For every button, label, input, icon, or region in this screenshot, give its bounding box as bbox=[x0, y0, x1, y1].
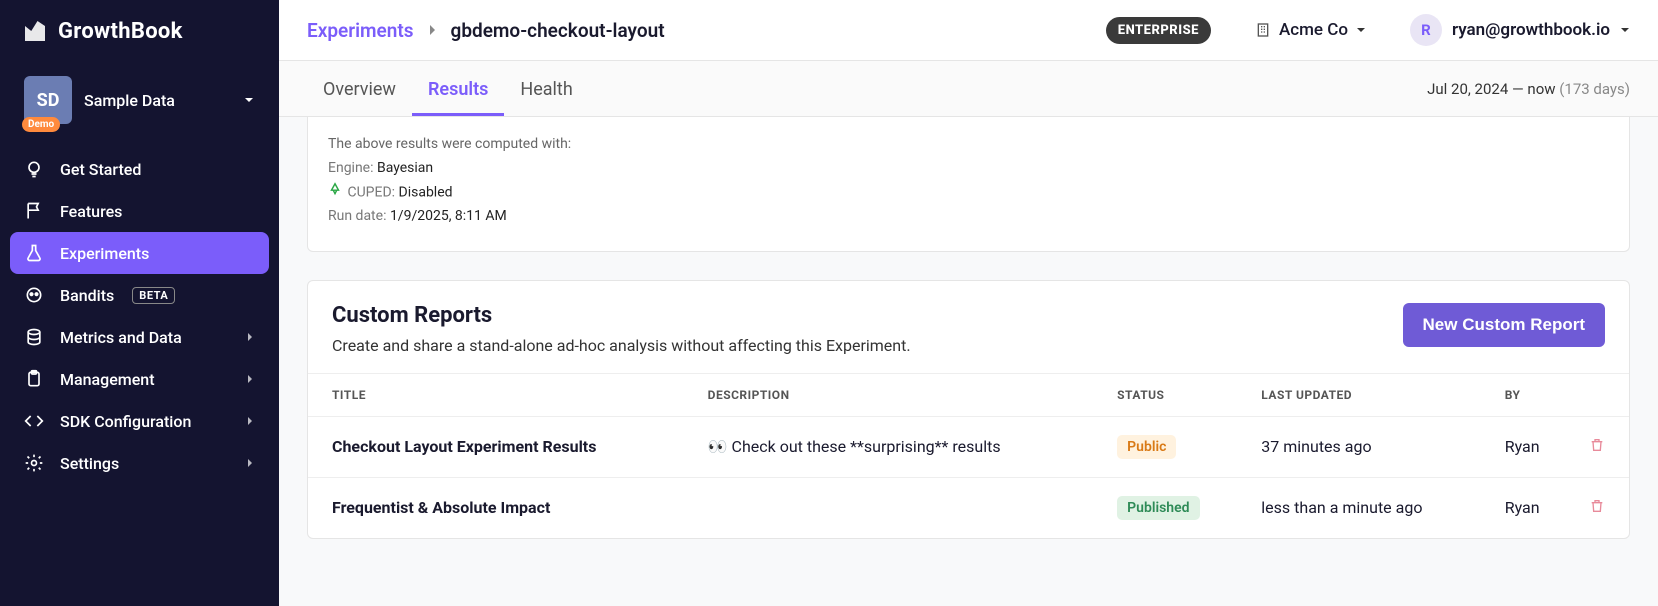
building-icon bbox=[1255, 22, 1271, 38]
report-title: Frequentist & Absolute Impact bbox=[308, 477, 692, 538]
tab-results[interactable]: Results bbox=[412, 61, 504, 116]
trash-icon[interactable] bbox=[1589, 438, 1605, 457]
subbar: Overview Results Health Jul 20, 2024 — n… bbox=[279, 61, 1658, 117]
logo[interactable]: GrowthBook bbox=[0, 0, 279, 66]
nav: Get Started Features Experiments Bandits… bbox=[0, 148, 279, 484]
chevron-right-icon bbox=[428, 24, 437, 36]
bandit-icon bbox=[24, 285, 44, 305]
table-row[interactable]: Frequentist & Absolute Impact Publishedle… bbox=[308, 477, 1629, 538]
table-row[interactable]: Checkout Layout Experiment Results👀 Chec… bbox=[308, 416, 1629, 477]
trash-icon[interactable] bbox=[1589, 499, 1605, 518]
caret-down-icon bbox=[1356, 25, 1366, 35]
chevron-right-icon bbox=[245, 332, 255, 342]
reports-subtitle: Create and share a stand-alone ad-hoc an… bbox=[332, 336, 911, 355]
report-updated: less than a minute ago bbox=[1245, 477, 1488, 538]
custom-reports-card: Custom Reports Create and share a stand-… bbox=[307, 280, 1630, 539]
report-by: Ryan bbox=[1489, 416, 1573, 477]
computed-with-card: The above results were computed with: En… bbox=[307, 117, 1630, 252]
report-status: Published bbox=[1101, 477, 1245, 538]
tab-health[interactable]: Health bbox=[504, 61, 588, 116]
user-menu[interactable]: R ryan@growthbook.io bbox=[1410, 14, 1630, 46]
growthbook-logo-icon bbox=[20, 16, 50, 46]
project-badge: SD Demo bbox=[24, 76, 72, 124]
enterprise-badge: ENTERPRISE bbox=[1106, 17, 1211, 44]
project-selector[interactable]: SD Demo Sample Data bbox=[10, 66, 269, 134]
report-description: 👀 Check out these **surprising** results bbox=[692, 416, 1102, 477]
nav-sdk[interactable]: SDK Configuration bbox=[10, 400, 269, 442]
flag-icon bbox=[24, 201, 44, 221]
org-selector[interactable]: Acme Co bbox=[1255, 20, 1366, 40]
nav-metrics[interactable]: Metrics and Data bbox=[10, 316, 269, 358]
chevron-right-icon bbox=[245, 374, 255, 384]
lightbulb-icon bbox=[24, 159, 44, 179]
nav-get-started[interactable]: Get Started bbox=[10, 148, 269, 190]
gear-icon bbox=[24, 453, 44, 473]
demo-badge: Demo bbox=[22, 117, 60, 132]
clipboard-icon bbox=[24, 369, 44, 389]
nav-experiments[interactable]: Experiments bbox=[10, 232, 269, 274]
chevron-right-icon bbox=[245, 416, 255, 426]
nav-bandits[interactable]: Bandits BETA bbox=[10, 274, 269, 316]
caret-down-icon bbox=[243, 94, 255, 106]
breadcrumb: Experiments gbdemo-checkout-layout bbox=[307, 19, 665, 42]
flask-icon bbox=[24, 243, 44, 263]
caret-down-icon bbox=[1620, 25, 1630, 35]
chevron-right-icon bbox=[245, 458, 255, 468]
col-title: TITLE bbox=[308, 373, 692, 416]
reports-title: Custom Reports bbox=[332, 303, 911, 328]
main: Experiments gbdemo-checkout-layout ENTER… bbox=[279, 0, 1658, 606]
content: The above results were computed with: En… bbox=[279, 117, 1658, 606]
tab-overview[interactable]: Overview bbox=[307, 61, 412, 116]
col-status: STATUS bbox=[1101, 373, 1245, 416]
breadcrumb-current: gbdemo-checkout-layout bbox=[451, 19, 665, 42]
report-status: Public bbox=[1101, 416, 1245, 477]
report-updated: 37 minutes ago bbox=[1245, 416, 1488, 477]
user-email: ryan@growthbook.io bbox=[1452, 20, 1610, 40]
cuped-icon bbox=[328, 181, 342, 205]
nav-settings[interactable]: Settings bbox=[10, 442, 269, 484]
col-description: DESCRIPTION bbox=[692, 373, 1102, 416]
date-range: Jul 20, 2024 — now (173 days) bbox=[1427, 80, 1630, 98]
nav-features[interactable]: Features bbox=[10, 190, 269, 232]
col-last-updated: LAST UPDATED bbox=[1245, 373, 1488, 416]
sidebar: GrowthBook SD Demo Sample Data Get Start… bbox=[0, 0, 279, 606]
beta-badge: BETA bbox=[132, 287, 175, 304]
breadcrumb-experiments[interactable]: Experiments bbox=[307, 19, 414, 42]
database-icon bbox=[24, 327, 44, 347]
report-by: Ryan bbox=[1489, 477, 1573, 538]
code-icon bbox=[24, 411, 44, 431]
report-title: Checkout Layout Experiment Results bbox=[308, 416, 692, 477]
logo-text: GrowthBook bbox=[58, 19, 183, 44]
nav-management[interactable]: Management bbox=[10, 358, 269, 400]
project-name: Sample Data bbox=[84, 91, 231, 110]
topbar: Experiments gbdemo-checkout-layout ENTER… bbox=[279, 0, 1658, 61]
report-description bbox=[692, 477, 1102, 538]
computed-intro: The above results were computed with: bbox=[328, 133, 1609, 157]
reports-table: TITLE DESCRIPTION STATUS LAST UPDATED BY… bbox=[308, 373, 1629, 538]
avatar: R bbox=[1410, 14, 1442, 46]
new-custom-report-button[interactable]: New Custom Report bbox=[1403, 303, 1605, 347]
col-by: BY bbox=[1489, 373, 1573, 416]
